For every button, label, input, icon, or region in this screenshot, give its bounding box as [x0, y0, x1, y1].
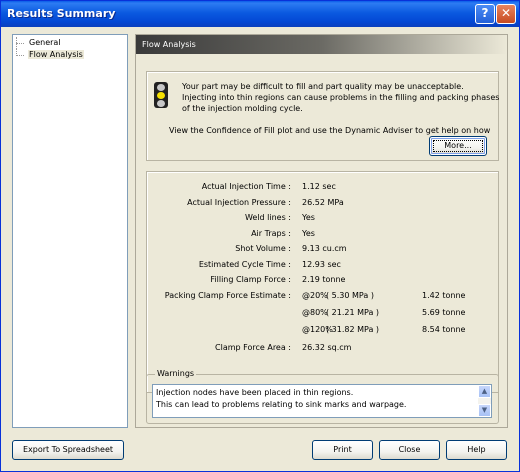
panel-header: Flow Analysis [136, 35, 507, 54]
title-close-button[interactable]: ✕ [496, 4, 516, 24]
print-button[interactable]: Print [312, 440, 373, 460]
help-button-label: Help [467, 445, 486, 454]
result-label: Actual Injection Time : [201, 182, 291, 191]
packing-mpa: ( 5.30 MPa ) [326, 291, 374, 300]
result-label: Shot Volume : [235, 244, 291, 253]
focus-rect [433, 140, 483, 152]
tree-item-label: Flow Analysis [28, 50, 84, 59]
print-button-label: Print [333, 445, 352, 454]
message-line-3: of the injection molding cycle. [182, 104, 303, 113]
result-value: Yes [302, 213, 315, 222]
result-value: Yes [302, 229, 315, 238]
warnings-scrollbar[interactable]: ▲ ▼ [478, 385, 491, 417]
lamp-yellow [157, 92, 165, 99]
tree-connector [16, 55, 24, 56]
packing-label: Packing Clamp Force Estimate : [164, 291, 291, 300]
warnings-text-area[interactable]: Injection nodes have been placed in thin… [152, 384, 492, 418]
title-bar[interactable]: Results Summary ? ✕ [1, 1, 519, 27]
close-button-label: Close [398, 445, 421, 454]
warning-line: This can lead to problems relating to si… [156, 400, 407, 409]
result-label: Air Traps : [251, 229, 291, 238]
warnings-title: Warnings [155, 369, 197, 378]
tree-connector [16, 43, 24, 44]
packing-mpa: ( 21.21 MPa ) [326, 308, 380, 317]
result-value: 9.13 cu.cm [302, 244, 347, 253]
message-line-4: View the Confidence of Fill plot and use… [169, 126, 491, 135]
message-line-1: Your part may be difficult to fill and p… [182, 82, 464, 91]
packing-tonne: 1.42 tonne [422, 291, 466, 300]
traffic-light-icon [154, 82, 168, 108]
result-label: Actual Injection Pressure : [187, 198, 291, 207]
message-line-2: Injecting into thin regions can cause pr… [182, 93, 500, 102]
packing-tonne: 8.54 tonne [422, 325, 466, 334]
result-label: Weld lines : [244, 213, 291, 222]
title-help-button[interactable]: ? [475, 4, 495, 24]
result-label: Estimated Cycle Time : [198, 260, 291, 269]
result-value: 1.12 sec [302, 182, 336, 191]
lamp-red [157, 84, 165, 91]
result-value: 12.93 sec [302, 260, 341, 269]
flow-analysis-panel: Flow Analysis Your part may be difficult… [135, 34, 508, 428]
help-button[interactable]: Help [446, 440, 507, 460]
clamp-area-label: Clamp Force Area : [215, 343, 291, 352]
panel-title: Flow Analysis [142, 40, 196, 49]
result-value: 2.19 tonne [302, 275, 346, 284]
export-button-label: Export To Spreadsheet [22, 445, 114, 454]
more-button[interactable]: More... [429, 136, 487, 156]
result-label: Filling Clamp Force : [210, 275, 291, 284]
window-title: Results Summary [7, 7, 116, 20]
navigation-tree: General Flow Analysis [12, 34, 128, 428]
result-value: 26.52 MPa [302, 198, 344, 207]
lamp-green [157, 100, 165, 107]
warning-line: Injection nodes have been placed in thin… [156, 388, 354, 397]
scroll-down-icon[interactable]: ▼ [478, 404, 491, 417]
export-to-spreadsheet-button[interactable]: Export To Spreadsheet [12, 440, 124, 460]
close-button[interactable]: Close [379, 440, 440, 460]
scroll-up-icon[interactable]: ▲ [478, 385, 491, 398]
results-summary-dialog: Results Summary ? ✕ General Flow Analysi… [0, 0, 520, 472]
packing-pct: @80% [302, 308, 328, 317]
tree-item-label: General [29, 38, 61, 47]
packing-tonne: 5.69 tonne [422, 308, 466, 317]
clamp-area-value: 26.32 sq.cm [302, 343, 352, 352]
packing-pct: @20% [302, 291, 328, 300]
packing-mpa: ( 31.82 MPa ) [326, 325, 380, 334]
